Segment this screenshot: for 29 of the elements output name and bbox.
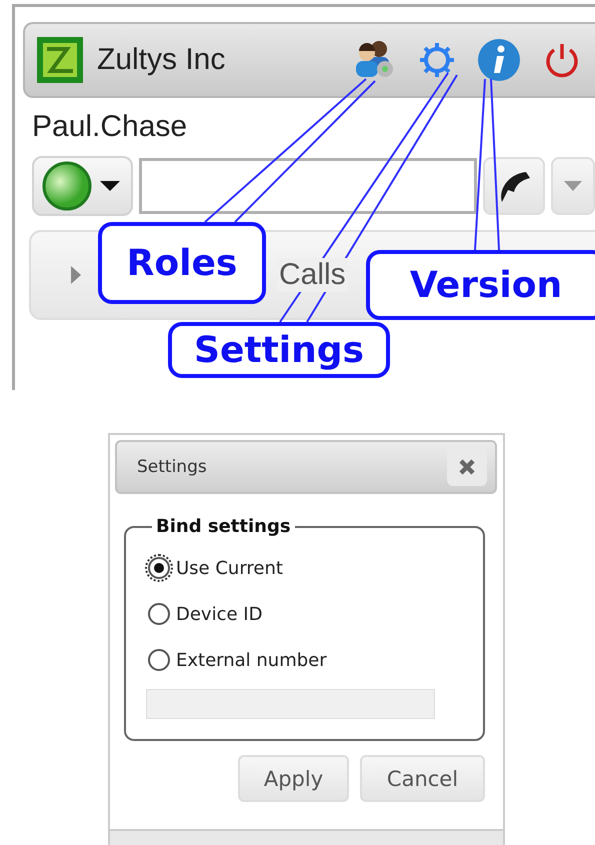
expand-arrow-icon	[69, 266, 83, 284]
info-icon[interactable]	[477, 38, 521, 82]
callout-tooltip: Settings	[168, 322, 390, 378]
caret-icon	[100, 181, 120, 191]
dialog-title: Settings	[137, 457, 207, 477]
radio-button[interactable]	[148, 557, 170, 579]
dial-field[interactable]	[139, 158, 477, 214]
close-button[interactable]	[447, 448, 487, 486]
user-name: Paul.Chase	[32, 110, 188, 144]
radio-button[interactable]	[148, 603, 170, 625]
radio-button[interactable]	[148, 649, 170, 671]
radio-option[interactable]: External number	[148, 637, 463, 683]
status-button[interactable]	[32, 156, 133, 216]
logo-icon	[37, 37, 83, 83]
apply-button[interactable]: Apply	[238, 755, 349, 802]
cancel-button[interactable]: Cancel	[360, 755, 485, 802]
status-dot-icon	[42, 161, 92, 211]
radio-option[interactable]: Device ID	[148, 591, 463, 637]
group-title: Bind settings	[155, 516, 292, 537]
callout-tooltip: Roles	[98, 222, 266, 304]
app-title: Zultys Inc	[97, 43, 226, 77]
settings-icon[interactable]	[419, 42, 455, 78]
section-title: Calls	[277, 258, 348, 292]
caret-icon	[564, 181, 582, 191]
close-icon	[458, 458, 476, 476]
callout-tooltip: Version	[366, 250, 595, 320]
radio-option[interactable]: Use Current	[148, 545, 463, 591]
call-button[interactable]	[483, 157, 545, 215]
dropdown-button[interactable]	[551, 157, 595, 215]
